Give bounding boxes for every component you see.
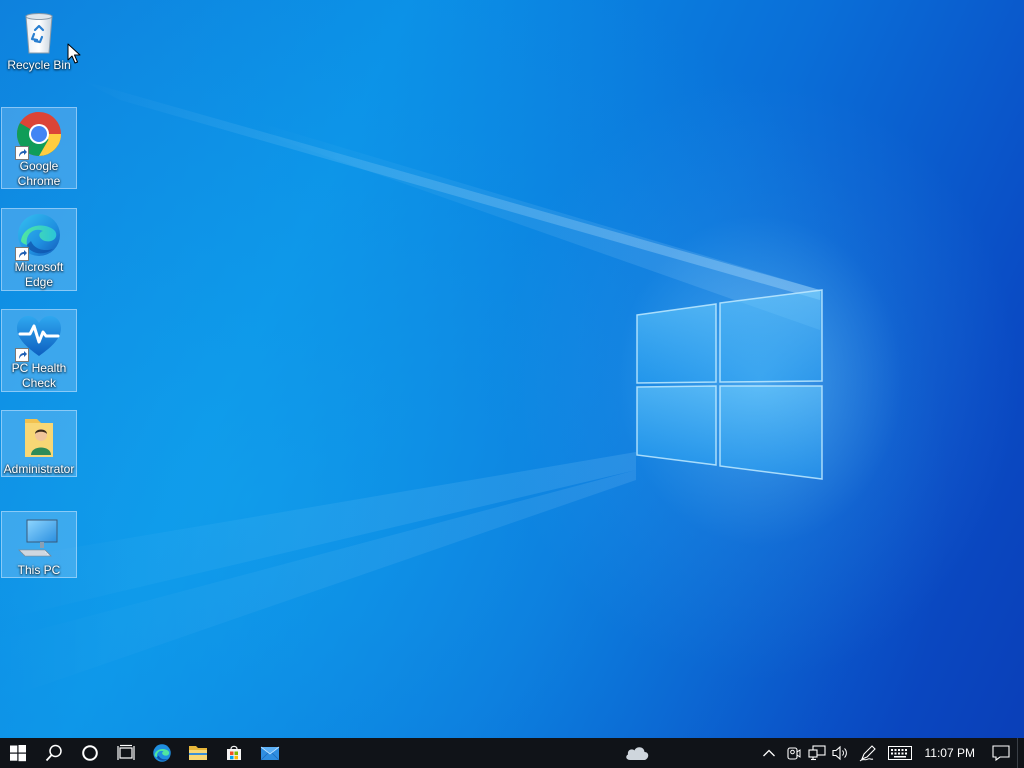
mouse-cursor-icon [67, 43, 81, 64]
action-center-icon [992, 745, 1010, 761]
volume-button[interactable] [829, 738, 853, 768]
microsoft-store-icon [227, 745, 241, 760]
volume-icon [831, 745, 847, 761]
cortana-button[interactable] [72, 738, 108, 768]
action-center-button[interactable] [985, 738, 1017, 768]
task-view-button[interactable] [108, 738, 144, 768]
taskbar: 11:07 PM [0, 738, 1024, 768]
taskbar-mail-button[interactable] [252, 738, 288, 768]
desktop-icon-recycle-bin[interactable]: Recycle Bin [1, 6, 77, 74]
desktop-icon-label: Microsoft Edge [14, 260, 64, 289]
user-folder-icon [15, 413, 63, 461]
desktop-icon-this-pc[interactable]: This PC [1, 511, 77, 578]
pen-icon [859, 745, 876, 762]
cortana-icon [82, 745, 98, 761]
shortcut-arrow-icon [15, 146, 29, 160]
taskbar-clock[interactable]: 11:07 PM [917, 738, 985, 768]
search-button[interactable] [36, 738, 72, 768]
pc-health-check-icon [15, 312, 63, 362]
desktop-icon-pc-health-check[interactable]: PC Health Check [1, 309, 77, 392]
edge-icon [153, 744, 171, 762]
desktop[interactable]: Recycle Bin Google Chrome Microsoft Edge… [0, 0, 1024, 738]
mail-icon [260, 746, 280, 761]
desktop-icon-microsoft-edge[interactable]: Microsoft Edge [1, 208, 77, 291]
start-icon [10, 745, 26, 762]
desktop-icon-label: Administrator [3, 462, 75, 476]
search-icon [45, 744, 62, 762]
show-desktop-button[interactable] [1017, 738, 1024, 768]
taskbar-file-explorer-button[interactable] [180, 738, 216, 768]
meet-now-button[interactable] [781, 738, 805, 768]
taskbar-microsoft-store-button[interactable] [216, 738, 252, 768]
desktop-icon-label: PC Health Check [11, 361, 67, 390]
start-button[interactable] [0, 738, 36, 768]
desktop-icon-label: Google Chrome [17, 159, 61, 188]
desktop-icon-label: Recycle Bin [7, 58, 71, 72]
wallpaper-windows-logo [636, 289, 823, 480]
taskbar-edge-button[interactable] [144, 738, 180, 768]
touch-keyboard-icon [887, 746, 912, 760]
cloud-icon [625, 747, 648, 760]
shortcut-arrow-icon [15, 247, 29, 261]
wallpaper-light-beams [0, 80, 820, 700]
network-icon [807, 745, 826, 761]
shortcut-arrow-icon [15, 348, 29, 362]
desktop-icon-label: This PC [17, 563, 61, 577]
edge-icon [15, 211, 63, 261]
file-explorer-icon [189, 746, 207, 760]
desktop-icon-google-chrome[interactable]: Google Chrome [1, 107, 77, 189]
chrome-icon [15, 110, 63, 160]
chevron-up-icon [762, 749, 775, 757]
pen-workspace-button[interactable] [853, 738, 883, 768]
desktop-icon-administrator[interactable]: Administrator [1, 410, 77, 477]
task-view-icon [117, 744, 135, 760]
show-hidden-icons-button[interactable] [757, 738, 781, 768]
touch-keyboard-button[interactable] [883, 738, 917, 768]
network-button[interactable] [805, 738, 829, 768]
meet-now-icon [786, 747, 801, 760]
recycle-bin-icon [15, 9, 63, 57]
weather-widget-button[interactable] [617, 738, 657, 768]
this-pc-icon [15, 514, 63, 562]
